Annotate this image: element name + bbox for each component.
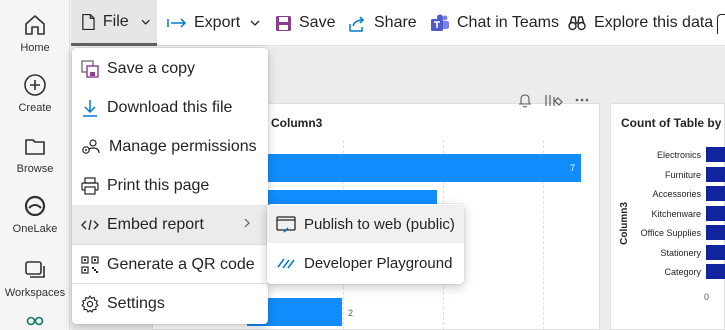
menu-item-label: Print this page — [107, 176, 210, 194]
category-label: Electronics — [656, 150, 701, 160]
menu-item-save-a-copy[interactable]: Save a copy — [72, 49, 268, 88]
menu-item-label: Save a copy — [107, 59, 196, 77]
filter-visual-icon[interactable] — [544, 93, 564, 108]
menu-item-label: Manage permissions — [109, 137, 257, 155]
bar[interactable] — [706, 264, 725, 279]
chat-in-teams-button[interactable]: Chat in Teams — [430, 0, 559, 46]
menu-item-label: Embed report — [107, 215, 204, 233]
print-icon — [81, 176, 99, 195]
file-label: File — [102, 12, 129, 30]
explore-data-button[interactable]: Explore this data — [567, 0, 713, 46]
report-toolbar: File Export Save Share Chat in Teams Exp… — [71, 0, 725, 46]
export-button[interactable]: Export — [167, 0, 267, 46]
bell-icon[interactable] — [518, 93, 532, 108]
bar-data-label: 7 — [570, 163, 576, 173]
qr-code-icon — [81, 255, 99, 274]
file-button[interactable]: File — [71, 0, 157, 46]
category-label: Kitchenware — [651, 209, 701, 219]
bar[interactable] — [706, 206, 725, 221]
chevron-down-icon — [250, 20, 260, 26]
category-label: Category — [664, 267, 701, 277]
overflow-icon[interactable] — [717, 14, 725, 34]
nav-item-browse[interactable]: Browse — [0, 133, 70, 175]
x-axis-tick: 0 — [704, 292, 710, 302]
file-icon — [82, 13, 95, 30]
chat-in-teams-label: Chat in Teams — [457, 14, 559, 31]
category-label: Furniture — [664, 170, 701, 180]
submenu-item-label: Publish to web (public) — [304, 215, 455, 233]
bar[interactable] — [706, 186, 725, 201]
bar[interactable] — [706, 245, 725, 260]
save-button[interactable]: Save — [275, 0, 335, 46]
publish-web-icon — [276, 215, 296, 233]
gear-icon — [81, 294, 99, 313]
visual-header-icons — [515, 93, 595, 111]
submenu-item-publish-to-web[interactable]: Publish to web (public) — [267, 205, 464, 243]
chevron-down-icon — [141, 19, 150, 25]
bar[interactable] — [706, 147, 725, 162]
nav-label-workspaces: Workspaces — [4, 287, 66, 299]
nav-item-onelake[interactable]: OneLake — [0, 193, 70, 235]
menu-item-label: Settings — [107, 294, 165, 312]
save-label: Save — [299, 14, 336, 31]
category-label: Stationery — [660, 248, 701, 258]
export-label: Export — [194, 14, 241, 31]
menu-item-label: Generate a QR code — [107, 255, 255, 273]
more-options-icon[interactable] — [575, 98, 589, 102]
nav-item-create[interactable]: Create — [0, 72, 70, 114]
share-button[interactable]: Share — [348, 0, 417, 46]
menu-item-print[interactable]: Print this page — [72, 166, 268, 205]
submenu-item-developer-playground[interactable]: Developer Playground — [267, 244, 464, 282]
category-label: Accessories — [652, 189, 701, 199]
save-copy-icon — [81, 59, 99, 78]
visual-title: Count of Table by C — [621, 116, 725, 130]
nav-item-home[interactable]: Home — [0, 12, 70, 54]
binoculars-icon — [568, 16, 586, 31]
chevron-right-icon — [244, 218, 250, 228]
embed-icon — [81, 219, 99, 230]
developer-playground-icon — [277, 258, 295, 269]
permissions-icon — [82, 138, 100, 154]
file-menu: Save a copy Download this file Manage pe… — [72, 48, 268, 324]
nav-label-browse: Browse — [16, 163, 54, 175]
menu-item-settings[interactable]: Settings — [72, 284, 268, 323]
menu-item-qr-code[interactable]: Generate a QR code — [72, 245, 268, 284]
download-icon — [83, 99, 97, 117]
embed-report-submenu: Publish to web (public) Developer Playgr… — [267, 204, 464, 284]
menu-item-manage-permissions[interactable]: Manage permissions — [72, 127, 268, 166]
bar[interactable] — [247, 154, 581, 182]
left-nav-rail: Home Create Browse OneLake Workspaces — [0, 0, 70, 330]
category-label: Office Supplies — [640, 228, 701, 238]
nav-label-create: Create — [18, 102, 52, 114]
people-icon[interactable] — [24, 315, 46, 330]
save-icon — [276, 15, 291, 31]
visual-title: y Column3 — [261, 116, 323, 130]
home-icon — [25, 15, 45, 35]
bar[interactable] — [706, 167, 725, 182]
nav-label-home: Home — [20, 42, 50, 54]
onelake-icon — [24, 195, 46, 217]
nav-item-workspaces[interactable]: Workspaces — [0, 257, 70, 299]
share-icon — [349, 15, 365, 32]
browse-icon — [25, 139, 45, 155]
menu-item-label: Download this file — [107, 98, 233, 116]
teams-icon — [431, 14, 449, 31]
column3-bar-chart-visual[interactable]: Count of Table by C Column3 Electronics … — [610, 103, 725, 330]
menu-item-download[interactable]: Download this file — [72, 88, 268, 127]
bar-data-label: 2 — [348, 308, 354, 318]
share-label: Share — [374, 14, 417, 31]
nav-label-onelake: OneLake — [12, 223, 58, 235]
submenu-item-label: Developer Playground — [304, 254, 453, 272]
export-icon — [167, 18, 187, 28]
create-icon — [24, 74, 46, 96]
explore-data-label: Explore this data — [594, 14, 714, 31]
workspaces-icon — [25, 261, 45, 278]
bar[interactable] — [706, 225, 725, 240]
menu-item-embed-report[interactable]: Embed report — [72, 205, 268, 244]
